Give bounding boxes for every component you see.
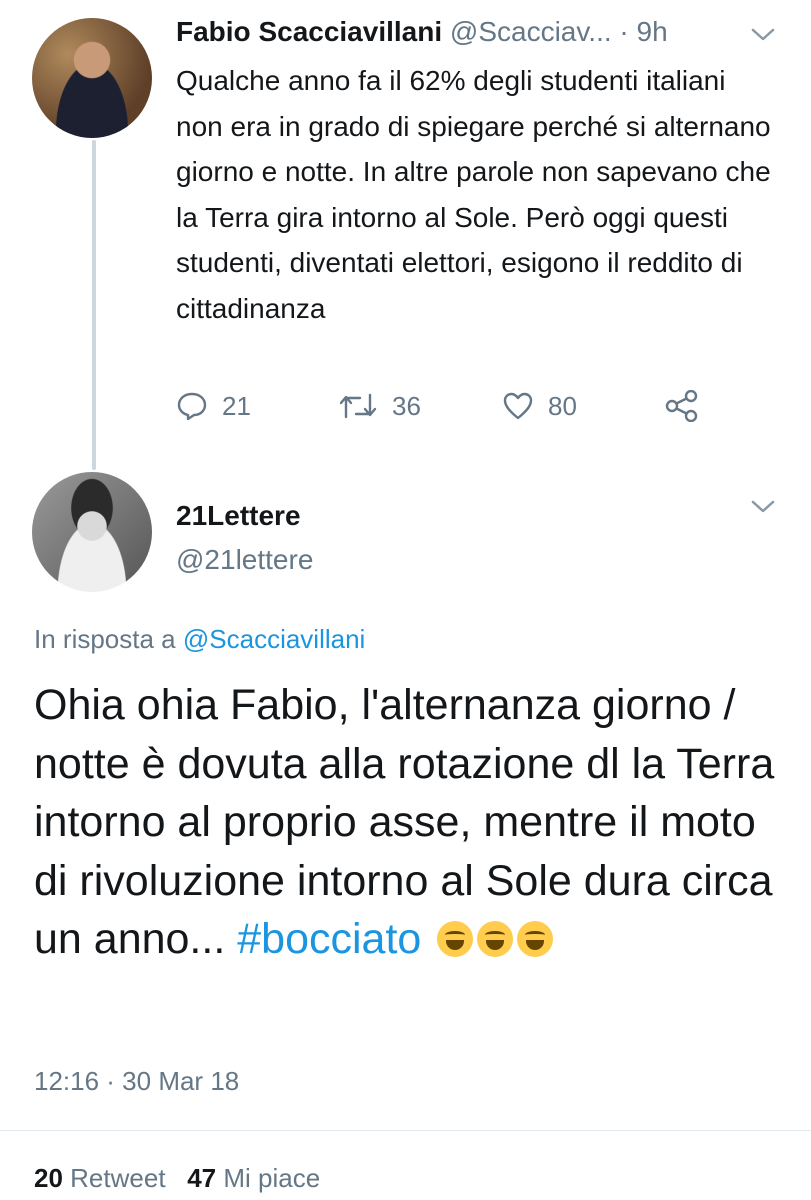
- tweet-text: Ohia ohia Fabio, l'alternanza giorno / n…: [34, 676, 794, 969]
- author-name[interactable]: Fabio Scacciavillani: [176, 16, 442, 47]
- reply-count: 21: [222, 390, 251, 421]
- tweet-timestamp[interactable]: 12:16 · 30 Mar 18: [34, 1066, 239, 1097]
- heart-icon: [502, 391, 534, 421]
- like-count: 80: [548, 390, 577, 421]
- share-icon: [664, 390, 700, 422]
- tweet-text: Qualche anno fa il 62% degli studenti it…: [176, 65, 771, 324]
- author-handle[interactable]: @21lettere: [176, 544, 313, 576]
- avatar[interactable]: [32, 18, 152, 138]
- separator-dot: ·: [619, 16, 629, 47]
- reply-icon: [176, 391, 208, 421]
- retweet-stat-count: 20: [34, 1163, 63, 1193]
- reply-context: In risposta a @Scacciavillani: [34, 624, 365, 655]
- retweet-icon: [338, 391, 378, 421]
- thread-connector-line: [92, 140, 96, 470]
- retweet-button[interactable]: 36: [338, 390, 421, 422]
- reply-button[interactable]: 21: [176, 390, 251, 422]
- retweet-stat[interactable]: 20 Retweet: [34, 1163, 166, 1193]
- hashtag-link[interactable]: #bocciato: [237, 915, 421, 963]
- retweet-stat-label: Retweet: [70, 1163, 166, 1193]
- chevron-down-icon[interactable]: [750, 22, 776, 50]
- like-stat-count: 47: [187, 1163, 217, 1193]
- chevron-down-icon[interactable]: [750, 494, 776, 522]
- like-stat[interactable]: 47 Mi piace: [187, 1163, 320, 1193]
- divider: [0, 1130, 811, 1131]
- like-button[interactable]: 80: [502, 390, 577, 422]
- reply-mention-link[interactable]: @Scacciavillani: [183, 624, 365, 654]
- reply-prefix: In risposta a: [34, 624, 176, 654]
- face-with-tears-of-joy-icon: [477, 921, 514, 957]
- author-name[interactable]: 21Lettere: [176, 500, 301, 532]
- like-stat-label: Mi piace: [223, 1163, 321, 1193]
- tweet-time[interactable]: 9h: [637, 16, 668, 47]
- tweet-header: Fabio Scacciavillani @Scacciav... · 9h: [176, 16, 668, 48]
- share-button[interactable]: [664, 390, 700, 422]
- author-handle[interactable]: @Scacciav...: [450, 16, 612, 47]
- avatar[interactable]: [32, 472, 152, 592]
- face-with-tears-of-joy-icon: [437, 921, 474, 957]
- tweet-stats: 20 Retweet 47 Mi piace: [34, 1163, 320, 1194]
- retweet-count: 36: [392, 390, 421, 421]
- face-with-tears-of-joy-icon: [517, 921, 554, 957]
